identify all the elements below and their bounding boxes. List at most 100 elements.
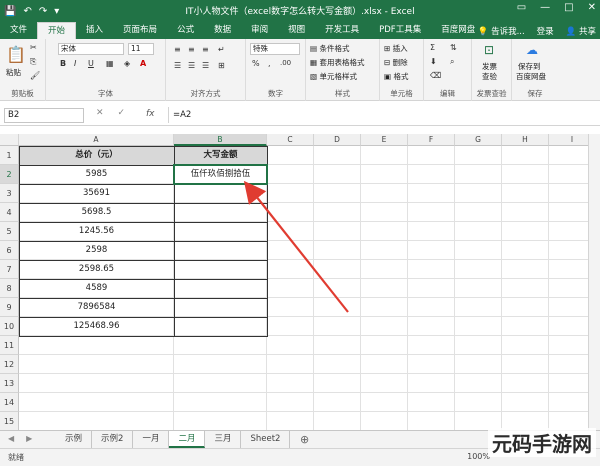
tab-0[interactable]: 文件: [0, 22, 37, 39]
enter-icon[interactable]: ✓: [118, 108, 126, 118]
table-row-line: [19, 298, 267, 299]
add-sheet-button[interactable]: ⊕: [300, 433, 309, 446]
next-sheet-icon[interactable]: ▶: [26, 434, 32, 443]
tab-9[interactable]: PDF工具集: [369, 22, 431, 39]
sheet-tab-1[interactable]: 示例2: [92, 431, 134, 448]
clear-icon[interactable]: ⌫: [430, 71, 441, 80]
fill-icon[interactable]: ⬇: [430, 57, 437, 66]
number-label: 数字: [268, 89, 283, 98]
paste-icon[interactable]: 📋: [6, 45, 26, 64]
paste-button[interactable]: 粘贴: [6, 67, 21, 78]
baidu-netdisk-icon[interactable]: ☁: [526, 43, 538, 57]
row-header-2[interactable]: 2: [0, 165, 19, 184]
row-header-5[interactable]: 5: [0, 222, 19, 241]
cell-styles-button[interactable]: ▧ 单元格样式: [310, 71, 357, 82]
font-size-select[interactable]: 11: [128, 43, 154, 55]
italic-button[interactable]: I: [74, 59, 76, 68]
font-color-icon[interactable]: A: [140, 59, 146, 68]
align-right-icon[interactable]: ☰: [202, 61, 209, 70]
row-header-12[interactable]: 12: [0, 355, 19, 374]
tab-5[interactable]: 数据: [204, 22, 241, 39]
styles-label: 样式: [335, 89, 350, 98]
insert-function-button[interactable]: fx: [146, 109, 155, 119]
border-icon[interactable]: ▦: [106, 59, 114, 68]
delete-cells-button[interactable]: ⊟ 删除: [384, 57, 408, 68]
align-middle-icon[interactable]: ≡: [188, 45, 195, 54]
conditional-format-button[interactable]: ▤ 条件格式: [310, 43, 349, 54]
cut-icon[interactable]: ✂: [30, 43, 37, 52]
row-header-7[interactable]: 7: [0, 260, 19, 279]
save-group: ☁ 保存到 百度网盘 保存: [512, 39, 558, 101]
underline-button[interactable]: U: [88, 59, 94, 68]
row-header-15[interactable]: 15: [0, 412, 19, 430]
row-header-9[interactable]: 9: [0, 298, 19, 317]
align-center-icon[interactable]: ☰: [188, 61, 195, 70]
tab-4[interactable]: 公式: [167, 22, 204, 39]
table-row-line: [19, 203, 267, 204]
tab-8[interactable]: 开发工具: [315, 22, 369, 39]
zoom-level[interactable]: 100%: [467, 452, 490, 461]
tell-me-search[interactable]: 💡 告诉我...: [478, 25, 525, 37]
autosum-icon[interactable]: Σ: [430, 43, 435, 52]
cells-group: ⊞ 插入 ⊟ 删除 ▣ 格式 单元格: [380, 39, 424, 101]
ribbon-display-icon[interactable]: ▭: [517, 2, 526, 13]
formula-input[interactable]: =A2: [168, 107, 594, 123]
name-box[interactable]: B2: [4, 108, 84, 123]
tab-6[interactable]: 审阅: [241, 22, 278, 39]
row-header-8[interactable]: 8: [0, 279, 19, 298]
align-left-icon[interactable]: ☰: [174, 61, 181, 70]
number-format-select[interactable]: 特殊: [250, 43, 300, 55]
tab-2[interactable]: 插入: [76, 22, 113, 39]
watermark-logo: 元码手游网: [488, 428, 596, 457]
format-cells-button[interactable]: ▣ 格式: [384, 71, 408, 82]
prev-sheet-icon[interactable]: ◀: [8, 434, 14, 443]
close-button[interactable]: ✕: [588, 2, 596, 13]
align-bottom-icon[interactable]: ≡: [202, 45, 209, 54]
save-to-line2[interactable]: 百度网盘: [516, 71, 546, 82]
login-link[interactable]: 登录: [537, 25, 554, 37]
align-top-icon[interactable]: ≡: [174, 45, 181, 54]
invoice-line2[interactable]: 查验: [482, 71, 497, 82]
format-painter-icon[interactable]: 🖌: [30, 71, 40, 80]
wrap-text-icon[interactable]: ↵: [218, 45, 225, 54]
copy-icon[interactable]: ⎘: [30, 57, 36, 67]
merge-cells-icon[interactable]: ⊞: [218, 61, 225, 70]
fill-color-icon[interactable]: ◈: [124, 59, 130, 68]
tab-7[interactable]: 视图: [278, 22, 315, 39]
sort-filter-icon[interactable]: ⇅: [450, 43, 457, 52]
find-icon[interactable]: ⌕: [450, 57, 454, 67]
minimize-button[interactable]: —: [540, 2, 550, 13]
tab-1[interactable]: 开始: [37, 22, 77, 39]
row-header-11[interactable]: 11: [0, 336, 19, 355]
format-as-table-label: 套用表格格式: [319, 58, 365, 67]
invoice-icon[interactable]: ⊡: [484, 43, 494, 57]
row-header-3[interactable]: 3: [0, 184, 19, 203]
row-header-4[interactable]: 4: [0, 203, 19, 222]
comma-icon[interactable]: ,: [268, 59, 271, 68]
maximize-button[interactable]: □: [564, 2, 573, 13]
row-header-10[interactable]: 10: [0, 317, 19, 336]
bold-button[interactable]: B: [60, 59, 66, 68]
sheet-tab-3[interactable]: 二月: [169, 431, 206, 448]
row-header-14[interactable]: 14: [0, 393, 19, 412]
worksheet-grid[interactable]: A B C D E F G H I 1 2 3 4 5 6 7 8 9 10 11 12 13 14 15 总价（元） 大写金额 5…: [0, 134, 600, 430]
row-header-13[interactable]: 13: [0, 374, 19, 393]
cancel-icon[interactable]: ✕: [96, 108, 104, 118]
editing-group: Σ ⇅ ⬇ ⌕ ⌫ 编辑: [424, 39, 472, 101]
sheet-tab-4[interactable]: 三月: [205, 431, 242, 448]
sheet-tab-5[interactable]: Sheet2: [241, 431, 291, 448]
share-button[interactable]: 👤 共享: [566, 25, 596, 37]
format-as-table-button[interactable]: ▦ 套用表格格式: [310, 57, 364, 68]
decimal-icon[interactable]: .00: [280, 59, 291, 67]
row-header-6[interactable]: 6: [0, 241, 19, 260]
title-bar: 💾 ↶ ↷ ▾ IT小人物文件（excel数字怎么转大写金额）.xlsx - E…: [0, 0, 600, 22]
clipboard-label: 剪贴板: [11, 89, 34, 98]
percent-icon[interactable]: %: [252, 59, 260, 68]
insert-cells-button[interactable]: ⊞ 插入: [384, 43, 408, 54]
sheet-tab-0[interactable]: 示例: [56, 431, 93, 448]
row-header-1[interactable]: 1: [0, 146, 19, 165]
vertical-scrollbar[interactable]: [588, 134, 600, 430]
tab-3[interactable]: 页面布局: [113, 22, 167, 39]
sheet-tab-2[interactable]: 一月: [133, 431, 170, 448]
font-name-select[interactable]: 宋体: [58, 43, 124, 55]
